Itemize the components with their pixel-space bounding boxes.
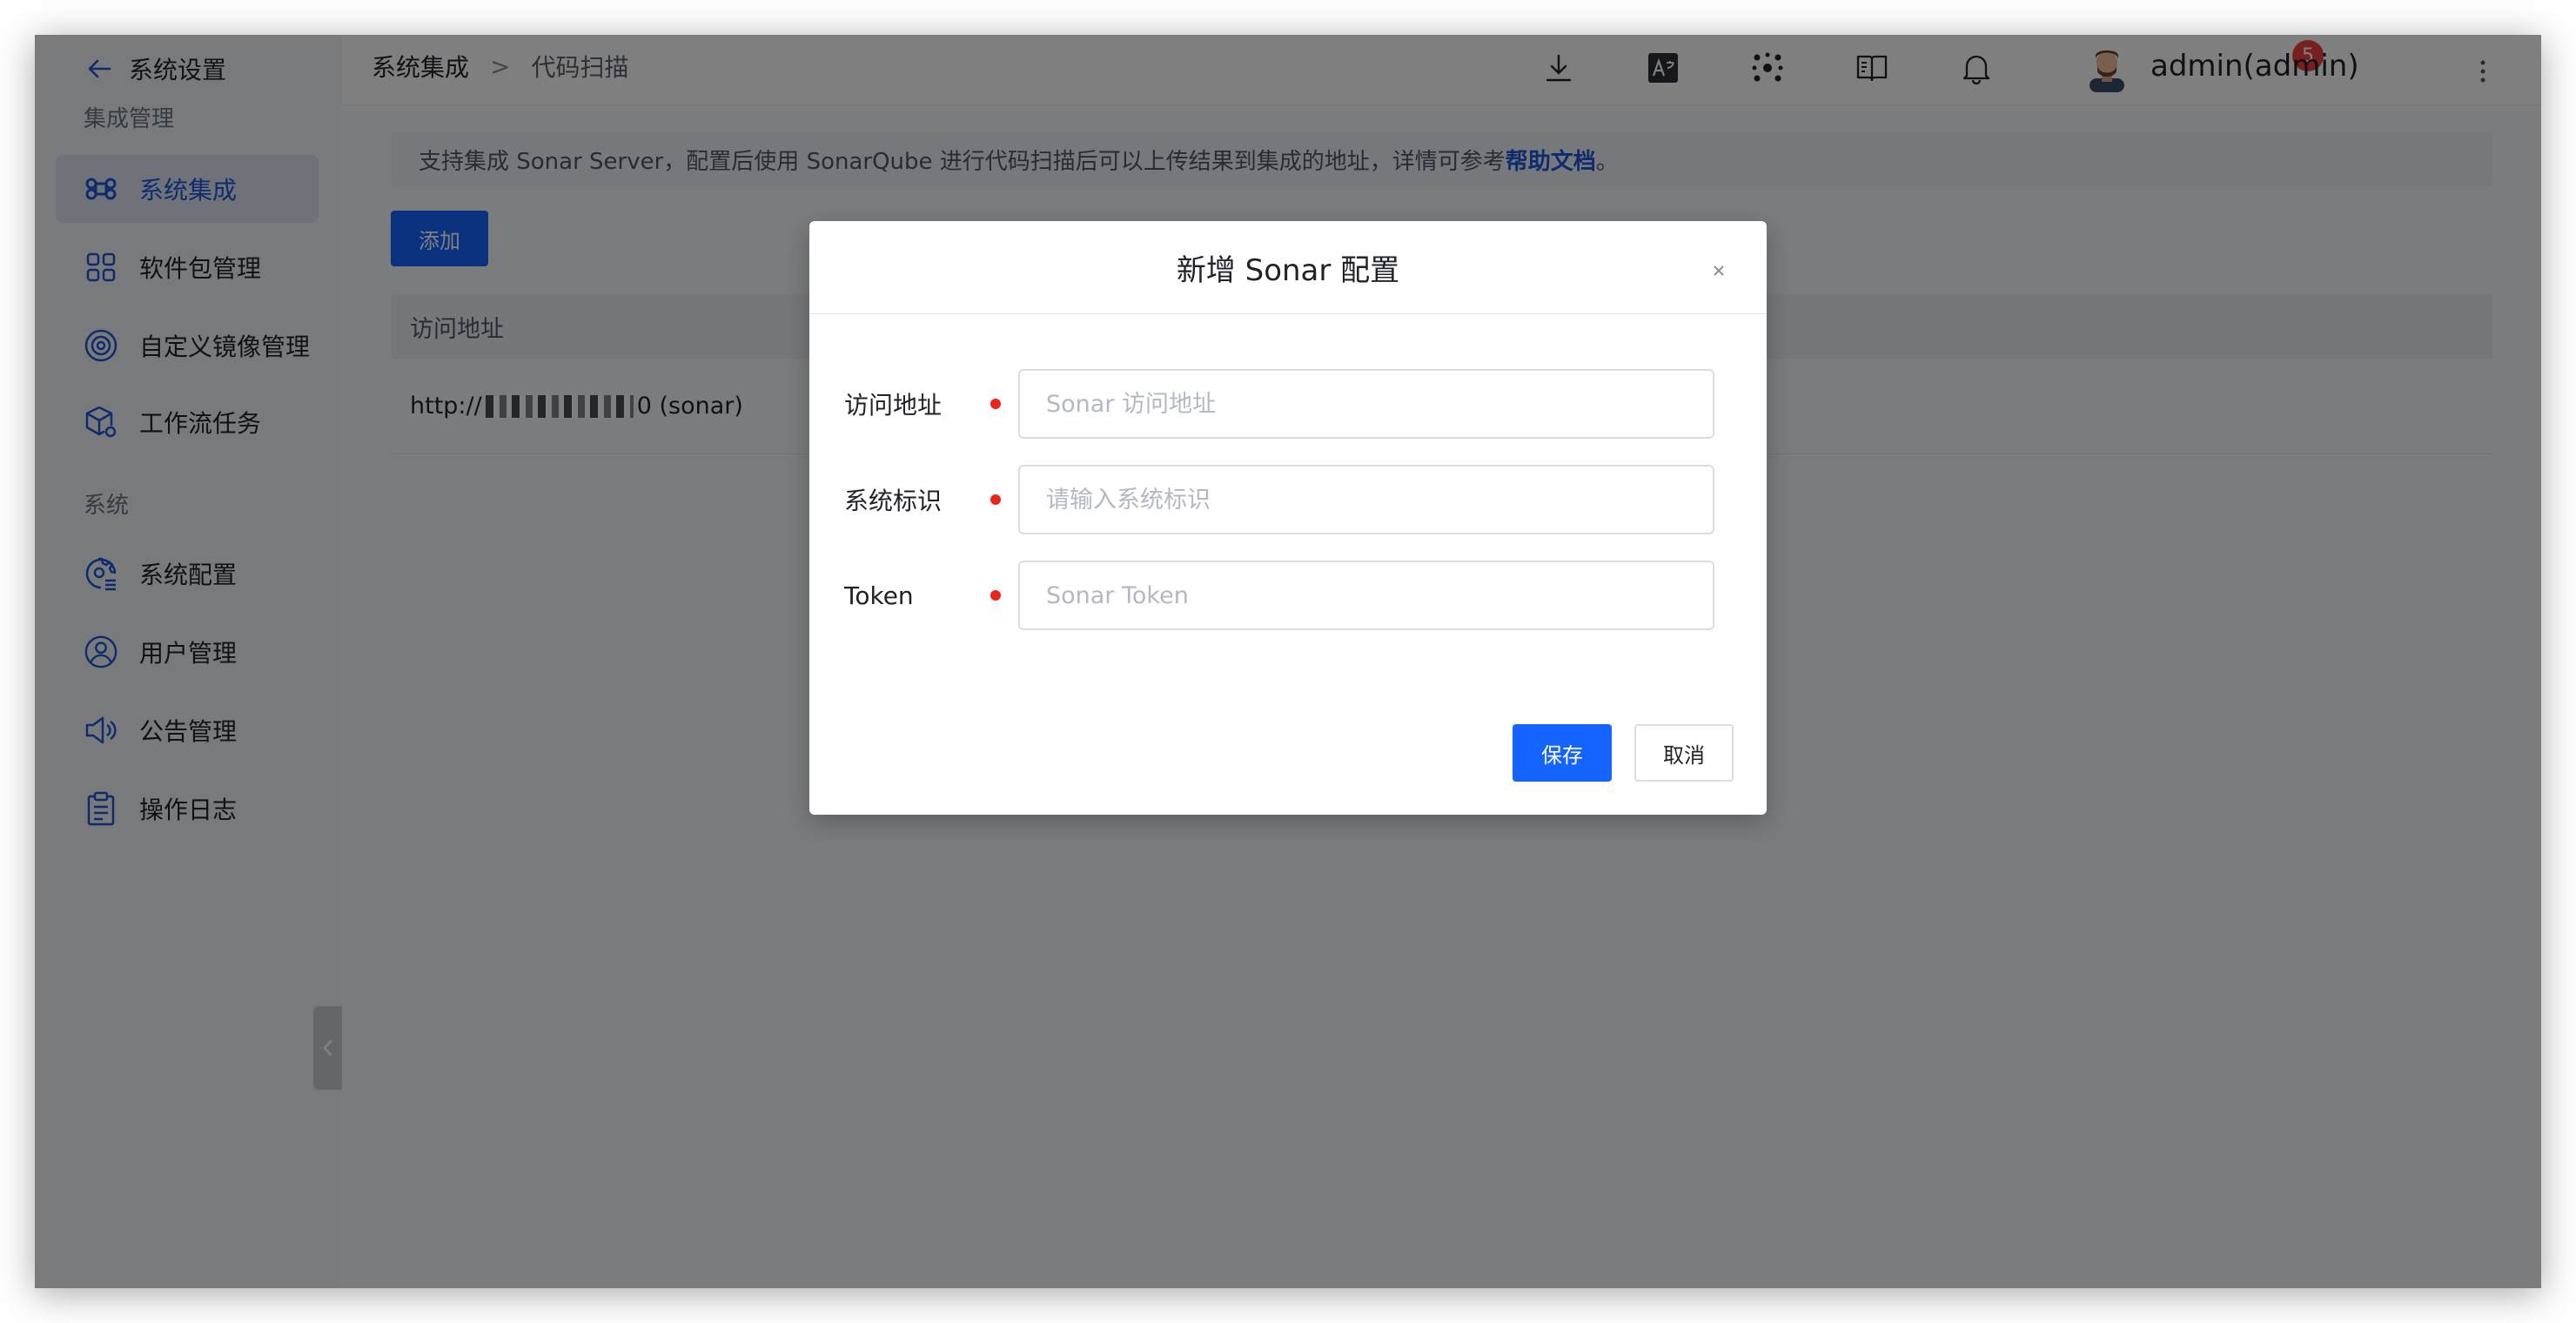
sonar-token-input[interactable] (1018, 561, 1714, 630)
form-row-token: Token (844, 561, 1714, 630)
sonar-url-input[interactable] (1018, 369, 1714, 439)
app-window: 系统设置 集成管理 系统集成 软件包管理 自定义镜像管理 工作流任务 (35, 35, 2541, 1288)
field-label-url: 访问地址 (844, 391, 943, 420)
cancel-button[interactable]: 取消 (1634, 724, 1734, 782)
required-indicator (990, 494, 1001, 505)
form-row-url: 访问地址 (844, 369, 1714, 439)
add-sonar-config-dialog: 新增 Sonar 配置 访问地址 系统标识 Token 保存 取消 (809, 221, 1767, 815)
field-label-system-id: 系统标识 (844, 487, 943, 515)
close-icon[interactable] (1707, 259, 1730, 282)
save-button[interactable]: 保存 (1513, 724, 1612, 782)
required-indicator (990, 399, 1001, 409)
required-indicator (990, 590, 1001, 601)
form-row-system-id: 系统标识 (844, 465, 1714, 534)
system-id-input[interactable] (1018, 465, 1714, 534)
dialog-title: 新增 Sonar 配置 (809, 221, 1767, 314)
field-label-token: Token (844, 581, 914, 610)
